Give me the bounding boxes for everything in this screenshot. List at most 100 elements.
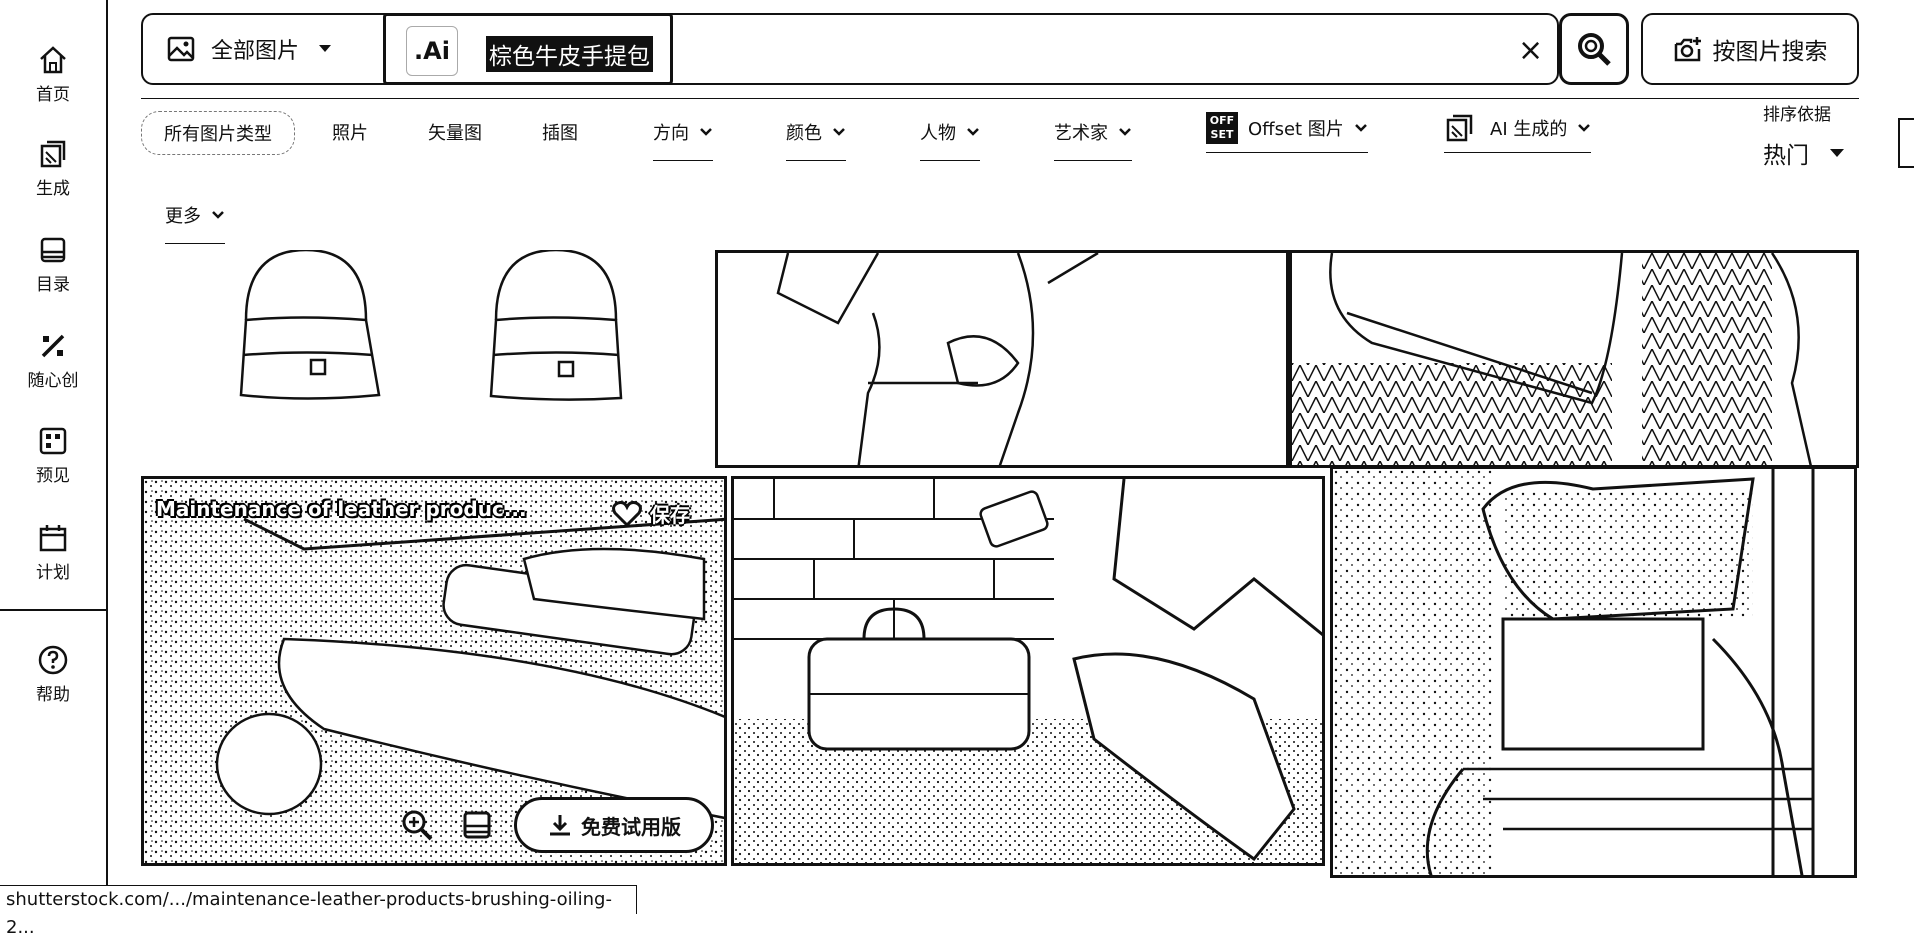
sidebar: 首页 生成 目录 随心创 预见 计划 帮助 [0, 0, 108, 914]
image-tile-person-holding-bag[interactable] [715, 250, 1289, 468]
header-divider [141, 98, 1859, 99]
image-thumbnail [734, 479, 1322, 863]
chevron-down-icon [967, 128, 979, 136]
sidebar-item-label: 目录 [36, 275, 70, 295]
search-input[interactable]: .Ai 棕色牛皮手提包 [383, 13, 673, 85]
ai-logo-icon: .Ai [406, 26, 458, 76]
heart-icon [612, 500, 642, 527]
filter-underline [1206, 152, 1368, 153]
search-icon [1578, 33, 1611, 66]
zoom-button[interactable] [394, 802, 440, 848]
filter-label: Offset 图片 [1248, 119, 1344, 140]
chevron-down-icon [833, 128, 845, 136]
chevron-down-icon [700, 128, 712, 136]
image-tile-bag-on-chair[interactable] [1330, 466, 1857, 878]
catalog-icon [463, 811, 491, 839]
image-icon [167, 36, 195, 62]
free-trial-label: 免费试用版 [581, 814, 681, 839]
sidebar-item-label: 预见 [36, 466, 70, 486]
create-icon [41, 334, 65, 358]
sort-label: 排序依据 [1763, 105, 1831, 125]
generate-icon [40, 140, 66, 168]
image-thumbnail [776, 253, 1099, 465]
sidebar-item-home[interactable]: 首页 [0, 44, 106, 105]
predict-icon [39, 427, 67, 455]
search-scope-label: 全部图片 [211, 39, 300, 64]
filter-label: AI 生成的 [1490, 119, 1568, 140]
sidebar-item-predict[interactable]: 预见 [0, 425, 106, 486]
sidebar-item-help[interactable]: 帮助 [0, 644, 106, 705]
sidebar-divider [0, 609, 106, 611]
search-scope-dropdown[interactable]: 全部图片 [143, 15, 379, 83]
filter-people[interactable]: 人物 [920, 119, 980, 161]
card-title: Maintenance of leather produc... [156, 497, 527, 521]
search-button[interactable] [1559, 13, 1629, 85]
sidebar-item-label: 生成 [36, 179, 70, 199]
filter-ai-generated[interactable]: AI 生成的 [1444, 112, 1592, 153]
download-icon [550, 815, 570, 836]
chevron-down-icon [1830, 149, 1844, 157]
chevron-down-icon [1578, 124, 1591, 132]
chevron-down-icon [212, 211, 224, 219]
filter-underline [1444, 152, 1592, 153]
sidebar-item-create[interactable]: 随心创 [0, 330, 106, 391]
home-icon [40, 46, 66, 74]
clear-search-button[interactable]: × [1518, 33, 1543, 68]
help-icon [38, 645, 68, 675]
sidebar-item-label: 帮助 [36, 685, 70, 705]
filter-underline [653, 160, 713, 161]
image-tile-herringbone-bag[interactable] [1289, 250, 1859, 468]
catalog-icon [40, 237, 66, 263]
image-thumbnail [1292, 253, 1812, 465]
search-bar: 全部图片 .Ai 棕色牛皮手提包 × [141, 13, 1629, 85]
filter-photos[interactable]: 照片 [332, 119, 368, 145]
filter-underline [786, 160, 846, 161]
chevron-down-icon [1354, 124, 1367, 132]
filter-offset-images[interactable]: OFF SET Offset 图片 [1206, 112, 1368, 153]
save-button[interactable]: 保存 [612, 499, 690, 528]
filter-label: 颜色 [786, 123, 822, 144]
filter-vectors[interactable]: 矢量图 [428, 119, 482, 145]
image-tile-handbags-vector[interactable] [141, 250, 715, 468]
filter-label: 矢量图 [428, 123, 482, 144]
filter-label: 插图 [542, 123, 578, 144]
image-tile-bag-on-bench[interactable] [731, 476, 1325, 866]
filter-underline [165, 243, 225, 244]
sidebar-item-calendar[interactable]: 计划 [0, 522, 106, 583]
filter-label: 照片 [332, 123, 368, 144]
filter-illustrations[interactable]: 插图 [542, 119, 578, 145]
filter-label: 所有图片类型 [164, 124, 272, 145]
offset-logo-bottom: SET [1210, 128, 1234, 141]
filter-underline [920, 160, 980, 161]
zoom-in-icon [402, 810, 433, 841]
sidebar-item-label: 计划 [36, 563, 70, 583]
sidebar-item-label: 首页 [36, 85, 70, 105]
offset-logo-top: OFF [1209, 114, 1235, 127]
sort-dropdown[interactable]: 热门 [1763, 136, 1845, 170]
sidebar-item-label: 随心创 [27, 371, 79, 391]
filter-label: 艺术家 [1054, 123, 1108, 144]
filter-label: 更多 [165, 206, 201, 227]
calendar-icon [39, 525, 67, 552]
filter-orientation[interactable]: 方向 [653, 119, 713, 161]
filter-more[interactable]: 更多 [165, 202, 225, 244]
filter-all-image-types[interactable]: 所有图片类型 [141, 111, 295, 155]
sort-value: 热门 [1763, 143, 1809, 169]
chevron-down-icon [1119, 128, 1131, 136]
camera-plus-icon [1674, 37, 1701, 62]
filter-color[interactable]: 颜色 [786, 119, 846, 161]
image-card-leather-maintenance[interactable]: Maintenance of leather produc... 保存 免费试用… [141, 476, 727, 866]
sidebar-item-catalog[interactable]: 目录 [0, 234, 106, 295]
sidebar-item-generate[interactable]: 生成 [0, 138, 106, 199]
search-query-text[interactable]: 棕色牛皮手提包 [486, 36, 653, 72]
filter-underline [1054, 160, 1132, 161]
image-thumbnail [1333, 469, 1815, 875]
image-search-label: 按图片搜索 [1712, 39, 1828, 65]
chevron-down-icon [319, 45, 332, 52]
image-search-button[interactable]: 按图片搜索 [1641, 13, 1859, 85]
add-to-catalog-button[interactable] [454, 802, 500, 848]
free-trial-download-button[interactable]: 免费试用版 [514, 797, 714, 853]
filter-artist[interactable]: 艺术家 [1054, 119, 1132, 161]
offset-logo-icon: OFF SET [1206, 112, 1238, 144]
panel-edge-handle[interactable] [1898, 118, 1914, 168]
